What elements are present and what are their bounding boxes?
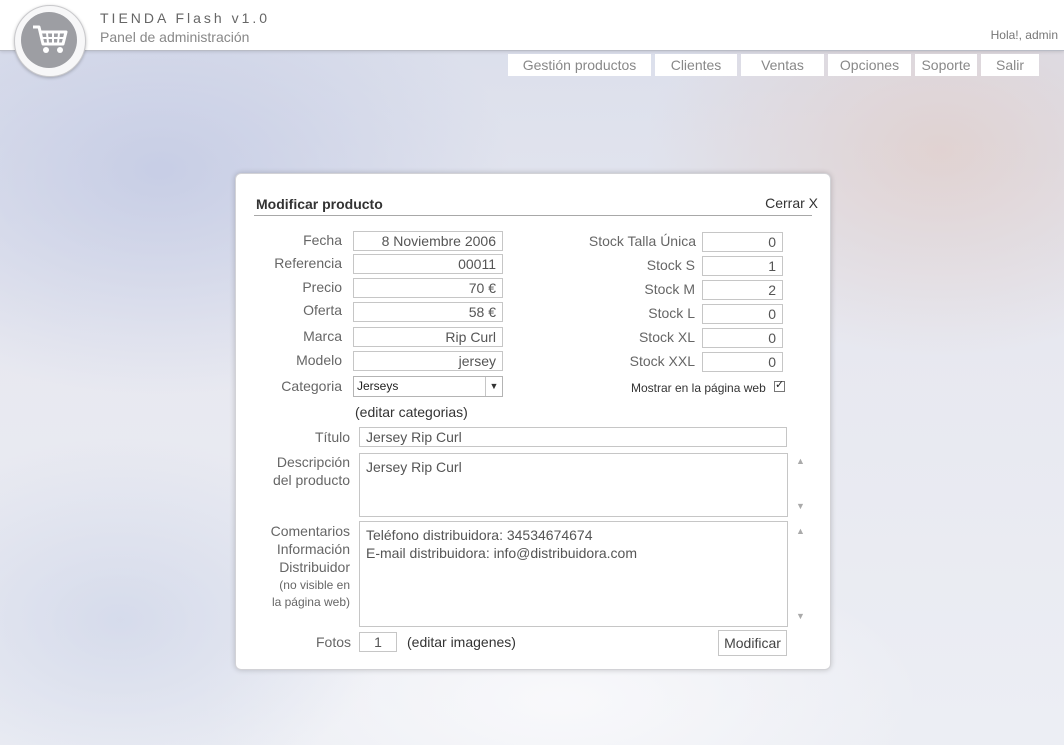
marca-field[interactable]: Rip Curl	[353, 327, 503, 347]
stock-l-field[interactable]: 0	[702, 304, 783, 324]
nav-salir[interactable]: Salir	[981, 54, 1039, 76]
descripcion-label-2: del producto	[272, 472, 350, 488]
modify-product-panel: Modificar producto Cerrar X Fecha 8 Novi…	[235, 173, 831, 670]
stock-xxl-label: Stock XXL	[629, 353, 695, 369]
comentarios-label-1: Comentarios	[270, 523, 350, 539]
mostrar-web-label: Mostrar en la página web	[631, 381, 766, 395]
stock-m-label: Stock M	[644, 281, 695, 297]
stock-m-field[interactable]: 2	[702, 280, 783, 300]
stock-xl-label: Stock XL	[638, 329, 695, 345]
panel-title: Modificar producto	[256, 196, 383, 212]
fotos-field[interactable]: 1	[359, 632, 397, 652]
comentarios-label-3: Distribuidor	[279, 559, 350, 575]
titulo-label: Título	[314, 429, 350, 445]
comentarios-note-1: (no visible en	[279, 578, 350, 592]
nav-clientes[interactable]: Clientes	[655, 54, 737, 76]
scroll-down-icon[interactable]: ▼	[796, 501, 805, 511]
modificar-button[interactable]: Modificar	[718, 630, 787, 656]
comentarios-line-1: Teléfono distribuidora: 34534674674	[366, 527, 593, 543]
logo	[14, 5, 86, 77]
descripcion-label-1: Descripción	[276, 454, 350, 470]
edit-categories-link[interactable]: (editar categorias)	[355, 404, 468, 420]
descripcion-textarea[interactable]: Jersey Rip Curl	[359, 453, 788, 517]
nav-opciones[interactable]: Opciones	[828, 54, 911, 76]
nav-gestion-productos[interactable]: Gestión productos	[508, 54, 651, 76]
edit-images-link[interactable]: (editar imagenes)	[407, 634, 516, 650]
stock-xxl-field[interactable]: 0	[702, 352, 783, 372]
scroll-up-icon[interactable]: ▲	[796, 526, 805, 536]
scroll-down-icon[interactable]: ▼	[796, 611, 805, 621]
fotos-label: Fotos	[315, 634, 351, 650]
close-button[interactable]: Cerrar X	[765, 195, 818, 211]
precio-field[interactable]: 70 €	[353, 278, 503, 298]
title-divider	[254, 215, 812, 216]
app-subtitle: Panel de administración	[100, 29, 250, 45]
oferta-label: Oferta	[303, 302, 342, 318]
nav-ventas[interactable]: Ventas	[741, 54, 824, 76]
comentarios-note-2: la página web)	[271, 595, 350, 609]
stock-unica-field[interactable]: 0	[702, 232, 783, 252]
chevron-down-icon[interactable]: ▼	[485, 377, 502, 396]
fecha-field[interactable]: 8 Noviembre 2006	[353, 231, 503, 251]
referencia-label: Referencia	[274, 255, 342, 271]
check-icon: ✓	[775, 379, 785, 391]
stock-unica-label: Stock Talla Única	[588, 233, 696, 249]
categoria-select[interactable]: Jerseys ▼	[353, 376, 503, 397]
referencia-field[interactable]: 00011	[353, 254, 503, 274]
comentarios-textarea[interactable]: Teléfono distribuidora: 34534674674 E-ma…	[359, 521, 788, 627]
comentarios-label-2: Información	[276, 541, 350, 557]
modelo-label: Modelo	[296, 352, 342, 368]
modelo-field[interactable]: jersey	[353, 351, 503, 371]
mostrar-web-checkbox[interactable]: ✓	[774, 379, 785, 392]
categoria-selected-value: Jerseys	[357, 379, 399, 393]
comentarios-line-2: E-mail distribuidora: info@distribuidora…	[366, 545, 637, 561]
main-nav: Gestión productos Clientes Ventas Opcion…	[508, 54, 1043, 76]
header-bar: TIENDA Flash v1.0 Panel de administració…	[0, 0, 1064, 51]
stock-l-label: Stock L	[648, 305, 695, 321]
app-title: TIENDA Flash v1.0	[100, 10, 271, 26]
descripcion-text: Jersey Rip Curl	[366, 459, 462, 475]
precio-label: Precio	[302, 279, 342, 295]
categoria-label: Categoria	[281, 378, 342, 394]
nav-soporte[interactable]: Soporte	[915, 54, 977, 76]
user-greeting: Hola!, admin	[990, 28, 1058, 42]
stock-xl-field[interactable]: 0	[702, 328, 783, 348]
fecha-label: Fecha	[303, 232, 342, 248]
shopping-cart-icon	[21, 12, 77, 68]
stock-s-label: Stock S	[646, 257, 695, 273]
oferta-field[interactable]: 58 €	[353, 302, 503, 322]
scroll-up-icon[interactable]: ▲	[796, 456, 805, 466]
stock-s-field[interactable]: 1	[702, 256, 783, 276]
titulo-field[interactable]: Jersey Rip Curl	[359, 427, 787, 447]
marca-label: Marca	[303, 328, 342, 344]
